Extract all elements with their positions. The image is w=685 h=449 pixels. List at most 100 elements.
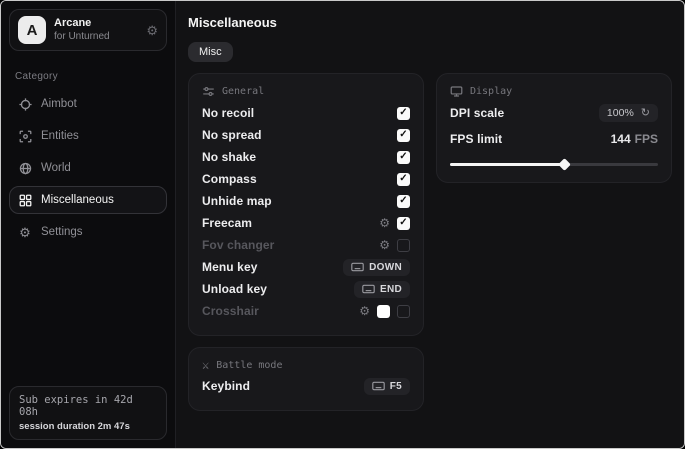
category-label: Category [15, 71, 161, 82]
fps-limit-slider[interactable] [450, 159, 658, 169]
sidebar-item-label: Aimbot [41, 98, 77, 110]
app-window: A Arcane for Unturned ⚙ Category Aimbot … [0, 0, 685, 449]
dpi-scale-value: 100% [607, 107, 634, 119]
gear-icon[interactable]: ⚙ [146, 24, 158, 37]
setting-label: Fov changer [202, 238, 274, 252]
tab-bar: Misc [188, 42, 672, 62]
panel-header-label: Battle mode [216, 360, 282, 371]
slider-fill [450, 163, 564, 166]
dpi-scale-value-button[interactable]: 100% ↻ [599, 104, 658, 122]
setting-label: Unhide map [202, 194, 272, 208]
panel-header-label: General [222, 86, 264, 97]
setting-label: Compass [202, 172, 257, 186]
left-column: General No recoil No spread No shake [188, 73, 424, 411]
setting-label: Menu key [202, 260, 258, 274]
checkbox[interactable] [397, 195, 410, 208]
checkbox[interactable] [397, 151, 410, 164]
keybind-value: END [380, 284, 402, 295]
checkbox[interactable] [397, 107, 410, 120]
display-panel: Display DPI scale 100% ↻ FPS limit [436, 73, 672, 183]
sub-expires-text: Sub expires in 42d 08h [19, 394, 157, 418]
checkbox[interactable] [397, 173, 410, 186]
keybind-button[interactable]: F5 [364, 378, 410, 395]
checkbox[interactable] [397, 305, 410, 318]
setting-row-dpi-scale: DPI scale 100% ↻ [450, 102, 658, 124]
session-duration-text: session duration 2m 47s [19, 421, 157, 432]
main-content: Miscellaneous Misc General No recoil [176, 1, 684, 448]
sidebar-item-world[interactable]: World [9, 154, 167, 182]
entities-scan-icon [18, 129, 32, 143]
general-panel: General No recoil No spread No shake [188, 73, 424, 336]
setting-row-no-shake: No shake [202, 146, 410, 168]
setting-row-fps-limit: FPS limit 144 FPS [450, 128, 658, 150]
slider-handle[interactable] [559, 158, 572, 171]
crosshair-icon [18, 97, 32, 111]
sidebar-item-label: Entities [41, 130, 79, 142]
setting-label: FPS limit [450, 132, 502, 146]
general-panel-header: General [202, 85, 410, 98]
gear-icon[interactable]: ⚙ [379, 217, 390, 229]
checkbox[interactable] [397, 239, 410, 252]
panel-header-label: Display [470, 86, 512, 97]
gear-icon[interactable]: ⚙ [379, 239, 390, 251]
keyboard-icon [372, 381, 385, 391]
app-title: Arcane [54, 17, 138, 30]
setting-row-fov-changer: Fov changer ⚙ [202, 234, 410, 256]
keybind-button[interactable]: DOWN [343, 259, 410, 276]
setting-row-unhide-map: Unhide map [202, 190, 410, 212]
reset-icon[interactable]: ↻ [641, 108, 650, 119]
keybind-value: F5 [390, 381, 402, 392]
fps-limit-value: 144 FPS [611, 132, 658, 146]
color-swatch[interactable] [377, 305, 390, 318]
sidebar-item-aimbot[interactable]: Aimbot [9, 90, 167, 118]
app-subtitle: for Unturned [54, 31, 138, 43]
sidebar-item-label: Settings [41, 226, 83, 238]
fps-limit-unit: FPS [635, 132, 658, 146]
tab-misc[interactable]: Misc [188, 42, 233, 62]
sidebar-nav: Aimbot Entities World Miscellaneous [1, 88, 175, 248]
checkbox[interactable] [397, 217, 410, 230]
grid-icon [18, 193, 32, 207]
keyboard-icon [351, 262, 364, 272]
sidebar-item-label: World [41, 162, 71, 174]
sidebar-item-settings[interactable]: ⚙ Settings [9, 218, 167, 246]
fps-limit-number: 144 [611, 132, 631, 146]
gear-icon[interactable]: ⚙ [359, 305, 370, 317]
setting-label: No shake [202, 150, 256, 164]
setting-row-unload-key: Unload key END [202, 278, 410, 300]
checkbox[interactable] [397, 129, 410, 142]
keybind-value: DOWN [369, 262, 402, 273]
logo-card: A Arcane for Unturned ⚙ [9, 9, 167, 51]
sidebar-item-miscellaneous[interactable]: Miscellaneous [9, 186, 167, 214]
setting-row-compass: Compass [202, 168, 410, 190]
keyboard-icon [362, 284, 375, 294]
subscription-info-card: Sub expires in 42d 08h session duration … [9, 386, 167, 440]
setting-label: No spread [202, 128, 262, 142]
sidebar-item-entities[interactable]: Entities [9, 122, 167, 150]
setting-row-keybind: Keybind F5 [202, 375, 410, 397]
setting-row-no-recoil: No recoil [202, 102, 410, 124]
app-avatar: A [18, 16, 46, 44]
setting-label: Freecam [202, 216, 252, 230]
panels-area: General No recoil No spread No shake [188, 73, 672, 411]
setting-label: No recoil [202, 106, 254, 120]
right-column: Display DPI scale 100% ↻ FPS limit [436, 73, 672, 183]
setting-label: Keybind [202, 379, 250, 393]
battle-mode-panel-header: ⚔ Battle mode [202, 359, 410, 371]
keybind-button[interactable]: END [354, 281, 410, 298]
swords-icon: ⚔ [202, 359, 209, 371]
sidebar: A Arcane for Unturned ⚙ Category Aimbot … [1, 1, 176, 448]
battle-mode-panel: ⚔ Battle mode Keybind F5 [188, 347, 424, 411]
sidebar-item-label: Miscellaneous [41, 194, 114, 206]
page-title: Miscellaneous [188, 15, 672, 30]
gear-icon: ⚙ [18, 225, 32, 239]
setting-row-freecam: Freecam ⚙ [202, 212, 410, 234]
display-panel-header: Display [450, 85, 658, 98]
setting-row-no-spread: No spread [202, 124, 410, 146]
setting-row-menu-key: Menu key DOWN [202, 256, 410, 278]
logo-text: Arcane for Unturned [54, 17, 138, 42]
setting-label: DPI scale [450, 106, 504, 120]
setting-label: Unload key [202, 282, 267, 296]
sidebar-spacer [1, 248, 175, 378]
monitor-icon [450, 85, 463, 98]
